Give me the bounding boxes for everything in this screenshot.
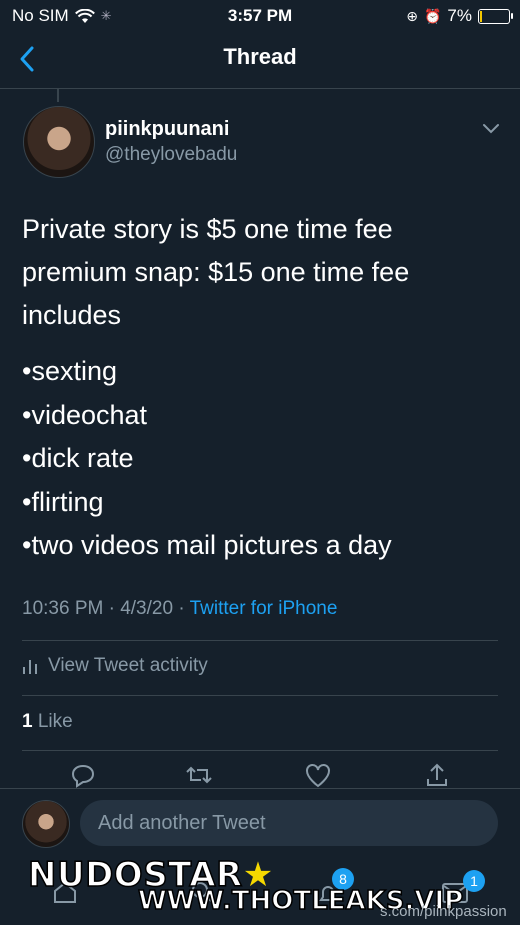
status-right: ⊕ ⏰ 7% <box>406 6 513 26</box>
orientation-lock-icon: ⊕ <box>406 7 418 24</box>
tweet-timestamp: 10:36 PM · 4/3/20 · <box>22 598 190 619</box>
list-item: •dick rate <box>22 443 134 473</box>
likes-number: 1 <box>22 711 33 732</box>
view-tweet-activity[interactable]: View Tweet activity <box>22 655 208 677</box>
likes-label: Like <box>32 711 73 732</box>
tweet-list: •sexting •videochat •dick rate •flirting… <box>22 350 392 568</box>
status-bar: No SIM ✳ 3:57 PM ⊕ ⏰ 7% <box>0 0 520 32</box>
watermark-handle: s.com/piinkpassion <box>380 903 507 920</box>
bar-chart-icon <box>23 660 37 674</box>
nav-bar: Thread <box>0 32 520 89</box>
thread-connector <box>57 88 59 102</box>
tweet-line: includes <box>22 300 122 330</box>
composer-avatar <box>22 800 70 848</box>
list-item: •videochat <box>22 399 148 430</box>
page-title: Thread <box>223 44 297 69</box>
battery-percent: 7% <box>447 6 472 25</box>
chevron-down-icon[interactable] <box>480 120 502 138</box>
messages-badge: 1 <box>463 870 485 892</box>
add-tweet-input[interactable]: Add another Tweet <box>80 800 498 846</box>
display-name[interactable]: piinkpuunani <box>105 118 229 141</box>
user-handle[interactable]: @theylovebadu <box>105 144 237 166</box>
view-tweet-activity-label: View Tweet activity <box>48 655 208 676</box>
tweet-source-link[interactable]: Twitter for iPhone <box>190 598 338 619</box>
battery-fill <box>480 10 483 22</box>
tweet-line: premium snap: $15 one time fee <box>22 257 410 287</box>
divider <box>22 750 498 751</box>
avatar[interactable] <box>23 106 95 178</box>
tweet-actions <box>0 762 520 788</box>
tweet-text: Private story is $5 one time fee premium… <box>22 208 502 337</box>
alarm-icon: ⏰ <box>423 7 442 24</box>
divider <box>22 640 498 641</box>
list-item: •sexting <box>22 356 118 386</box>
likes-count[interactable]: 1 Like <box>22 711 73 733</box>
tweet-line: Private story is $5 one time fee <box>22 214 393 244</box>
tweet-meta: 10:36 PM · 4/3/20 · Twitter for iPhone <box>22 598 337 620</box>
divider <box>22 695 498 696</box>
list-item: •flirting <box>22 486 104 517</box>
list-item: •two videos mail pictures a day <box>22 530 392 560</box>
battery-icon <box>478 8 513 24</box>
